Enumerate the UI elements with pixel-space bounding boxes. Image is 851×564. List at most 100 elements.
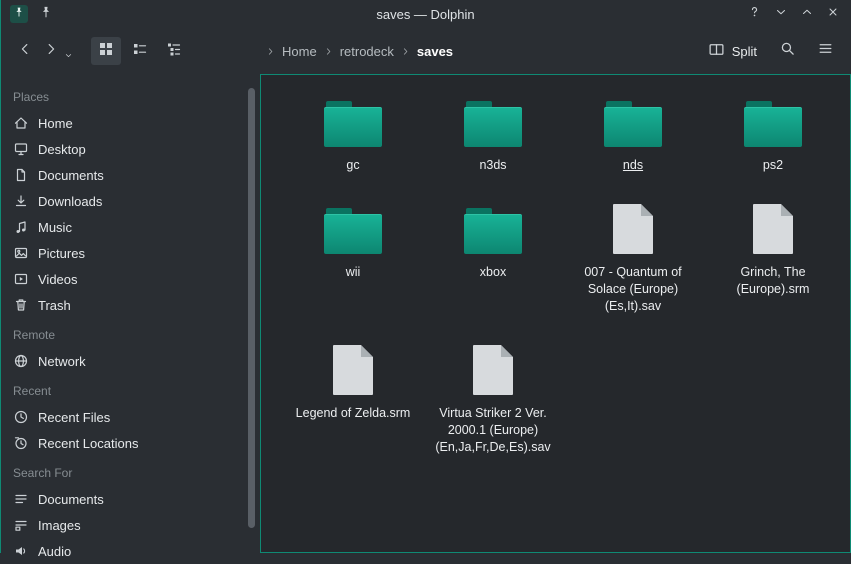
sidebar-item-search-for-audio[interactable]: Audio [0, 538, 260, 564]
search-icon [779, 40, 796, 62]
sidebar-item-places-downloads[interactable]: Downloads [0, 188, 260, 214]
sidebar-item-label: Trash [38, 298, 71, 313]
grid-item-wii[interactable]: wii [283, 200, 423, 315]
help-button[interactable] [746, 6, 763, 23]
document-icon [13, 167, 29, 183]
search-button[interactable] [773, 37, 801, 65]
section-header-places: Places [0, 80, 260, 110]
grid-item-nds[interactable]: nds [563, 93, 703, 174]
search-audio-icon [13, 543, 29, 559]
network-icon [13, 353, 29, 369]
sidebar-item-places-home[interactable]: Home [0, 110, 260, 136]
folder-icon [604, 101, 662, 147]
places-panel: PlacesHome Desktop Documents Downloads Music… [0, 74, 260, 553]
sidebar-scrollbar[interactable] [248, 88, 255, 528]
sidebar-item-search-for-images[interactable]: Images [0, 512, 260, 538]
recent-files-icon [13, 409, 29, 425]
music-icon [13, 219, 29, 235]
sidebar-item-label: Desktop [38, 142, 86, 157]
pin-badge-icon[interactable] [10, 5, 28, 23]
split-button-label: Split [732, 44, 757, 59]
file-icon [753, 204, 793, 254]
grid-item-virtua-striker-2-ver-2000-1-europe-en-ja[interactable]: Virtua Striker 2 Ver. 2000.1 (Europe) (E… [423, 341, 563, 456]
section-header-search-for: Search For [0, 456, 260, 486]
grid-item-ps2[interactable]: ps2 [703, 93, 843, 174]
section-header-recent: Recent [0, 374, 260, 404]
sidebar-item-label: Videos [38, 272, 78, 287]
hamburger-icon [817, 40, 834, 62]
sidebar-item-places-trash[interactable]: Trash [0, 292, 260, 318]
item-label: Virtua Striker 2 Ver. 2000.1 (Europe) (E… [434, 405, 552, 456]
sidebar-item-label: Documents [38, 168, 104, 183]
sidebar-item-recent-recent-locations[interactable]: Recent Locations [0, 430, 260, 456]
sidebar-item-label: Pictures [38, 246, 85, 261]
search-images-icon [13, 517, 29, 533]
minimize-button[interactable] [772, 6, 789, 23]
folder-icon [464, 101, 522, 147]
sidebar-item-places-documents[interactable]: Documents [0, 162, 260, 188]
item-label: Legend of Zelda.srm [296, 405, 411, 422]
view-icons-button[interactable] [91, 37, 121, 65]
sidebar-item-label: Music [38, 220, 72, 235]
window-title: saves — Dolphin [0, 7, 851, 22]
grid-item-legend-of-zelda-srm[interactable]: Legend of Zelda.srm [283, 341, 423, 456]
back-button[interactable] [12, 37, 38, 65]
grid-item-xbox[interactable]: xbox [423, 200, 563, 315]
sidebar-item-label: Audio [38, 544, 71, 559]
grid-item-007-quantum-of-solace-europe-es-it-sav[interactable]: 007 - Quantum of Solace (Europe) (Es,It)… [563, 200, 703, 315]
downloads-icon [13, 193, 29, 209]
sidebar-item-places-desktop[interactable]: Desktop [0, 136, 260, 162]
section-header-remote: Remote [0, 318, 260, 348]
forward-history-dropdown[interactable] [64, 45, 75, 65]
sidebar-item-label: Downloads [38, 194, 102, 209]
item-label: gc [346, 157, 359, 174]
breadcrumb-item-home[interactable]: Home [279, 44, 320, 59]
toolbar: Home retrodeck saves Split [0, 28, 851, 74]
breadcrumb-separator-icon [400, 46, 411, 57]
sidebar-item-label: Images [38, 518, 81, 533]
trash-icon [13, 297, 29, 313]
sidebar-item-label: Network [38, 354, 86, 369]
breadcrumb-item-saves[interactable]: saves [414, 44, 456, 59]
breadcrumb: Home retrodeck saves [265, 44, 456, 59]
folder-icon [744, 101, 802, 147]
sidebar-item-places-music[interactable]: Music [0, 214, 260, 240]
item-label: nds [623, 157, 643, 174]
sidebar-item-places-pictures[interactable]: Pictures [0, 240, 260, 266]
sidebar-item-recent-recent-files[interactable]: Recent Files [0, 404, 260, 430]
split-button[interactable]: Split [702, 37, 763, 65]
pin-icon[interactable] [37, 5, 55, 23]
window-accent-border [0, 0, 1, 553]
window-titlebar: saves — Dolphin [0, 0, 851, 28]
sidebar-item-remote-network[interactable]: Network [0, 348, 260, 374]
view-compact-button[interactable] [125, 37, 155, 65]
search-documents-icon [13, 491, 29, 507]
menu-button[interactable] [811, 37, 839, 65]
item-label: 007 - Quantum of Solace (Europe) (Es,It)… [574, 264, 692, 315]
breadcrumb-item-retrodeck[interactable]: retrodeck [337, 44, 397, 59]
sidebar-item-label: Recent Locations [38, 436, 138, 451]
sidebar-item-places-videos[interactable]: Videos [0, 266, 260, 292]
grid-item-grinch-the-europe-srm[interactable]: Grinch, The (Europe).srm [703, 200, 843, 315]
maximize-button[interactable] [798, 6, 815, 23]
recent-locations-icon [13, 435, 29, 451]
forward-button[interactable] [38, 37, 64, 65]
folder-view[interactable]: gc n3ds nds ps2 wii xbox 007 - Quantum of Sola… [260, 74, 851, 553]
home-icon [13, 115, 29, 131]
breadcrumb-separator-icon [323, 46, 334, 57]
file-icon [613, 204, 653, 254]
item-label: n3ds [479, 157, 506, 174]
grid-item-gc[interactable]: gc [283, 93, 423, 174]
grid-item-n3ds[interactable]: n3ds [423, 93, 563, 174]
pictures-icon [13, 245, 29, 261]
item-label: xbox [480, 264, 506, 281]
file-icon [333, 345, 373, 395]
view-mode-group [91, 37, 189, 65]
folder-icon [324, 208, 382, 254]
sidebar-item-label: Recent Files [38, 410, 110, 425]
sidebar-item-search-for-documents[interactable]: Documents [0, 486, 260, 512]
view-details-button[interactable] [159, 37, 189, 65]
close-button[interactable] [824, 6, 841, 23]
folder-icon [324, 101, 382, 147]
item-label: wii [346, 264, 361, 281]
